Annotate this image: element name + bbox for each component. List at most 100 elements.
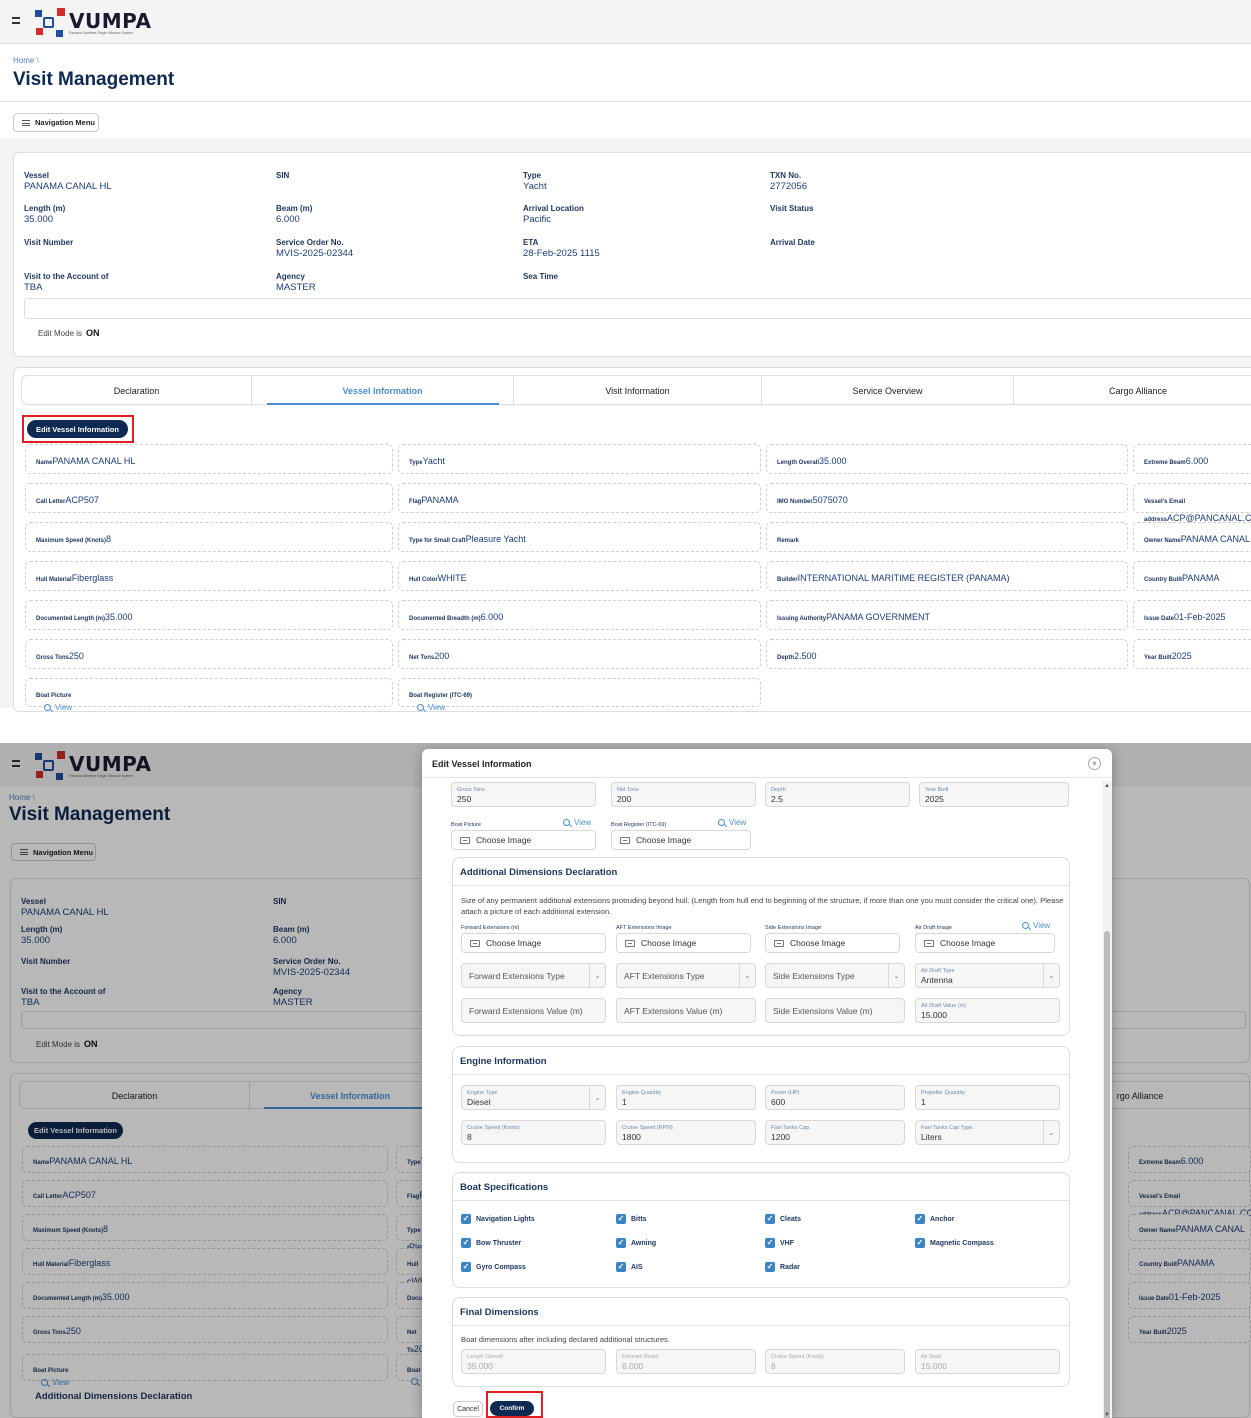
boat-register-choose-button[interactable]: Choose Image <box>611 830 751 850</box>
power-hp-input[interactable]: Power (HP) 600 <box>765 1085 905 1110</box>
spec-checkbox-bitts[interactable]: ✓ Bitts <box>616 1214 647 1224</box>
boat-picture-view-link[interactable]: View <box>563 818 591 827</box>
field-label: Gross Tons <box>36 655 69 661</box>
checkmark-icon[interactable]: ✓ <box>616 1214 626 1224</box>
hamburger-icon[interactable] <box>12 17 20 24</box>
checkmark-icon[interactable]: ✓ <box>461 1238 471 1248</box>
vessel-value: PANAMA CANAL HL <box>24 181 112 192</box>
spec-checkbox-awning[interactable]: ✓ Awning <box>616 1238 656 1248</box>
image-icon <box>620 836 630 844</box>
boat-picture-view-link[interactable]: View <box>44 703 392 712</box>
page-title: Visit Management <box>13 69 175 90</box>
vessel-field-vessel-s-email-address: Vessel's Email addressACP@PANCANAL.COM <box>1133 483 1251 523</box>
net-tons-input[interactable]: Net Tons 200 <box>611 782 756 807</box>
scroll-down-icon[interactable]: ▼ <box>1104 1412 1110 1418</box>
air-draft-image-button[interactable]: Choose Image <box>915 933 1055 953</box>
side-extensions-image-button[interactable]: Choose Image <box>765 933 900 953</box>
chevron-down-icon: ⌄ <box>888 964 904 987</box>
checkmark-icon[interactable]: ✓ <box>616 1238 626 1248</box>
boat-picture-choose-button[interactable]: Choose Image <box>451 830 596 850</box>
arrival-location-value: Pacific <box>523 214 551 225</box>
field-label: Hull Color <box>409 577 438 583</box>
tab-declaration[interactable]: Declaration <box>22 376 252 406</box>
boat-register-label: Boat Register (ITC-69) <box>611 822 667 828</box>
eta-label: ETA <box>523 238 539 247</box>
forward-extensions-value-input[interactable]: Forward Extensions Value (m) <box>461 998 606 1023</box>
spec-checkbox-navigation-lights[interactable]: ✓ Navigation Lights <box>461 1214 535 1224</box>
forward-extensions-type-select[interactable]: Forward Extensions Type ⌄ <box>461 963 606 988</box>
boat-register-view-link[interactable]: View <box>417 703 760 712</box>
fuel-tanks-cap-type-select[interactable]: Fuel Tanks Cap Type. Liters ⌄ <box>915 1120 1060 1145</box>
side-extensions-type-select[interactable]: Side Extensions Type ⌄ <box>765 963 905 988</box>
field-label: Builder <box>777 577 798 583</box>
side-extensions-value-input[interactable]: Side Extensions Value (m) <box>765 998 905 1023</box>
vessel-field-documented-breadth-m: Documented Breadth (m)6.000 <box>398 600 761 630</box>
edit-vessel-information-button[interactable]: Edit Vessel Information <box>27 420 128 438</box>
spec-checkbox-radar[interactable]: ✓ Radar <box>765 1262 800 1272</box>
spec-checkbox-ais[interactable]: ✓ AIS <box>616 1262 643 1272</box>
vessel-field-country-built: Country BuiltPANAMA <box>1133 561 1251 591</box>
image-icon <box>625 939 635 947</box>
depth-input[interactable]: Depth 2.5 <box>765 782 910 807</box>
confirm-button[interactable]: Confirm <box>490 1401 534 1416</box>
checkmark-icon[interactable]: ✓ <box>765 1214 775 1224</box>
spec-checkbox-gyro-compass[interactable]: ✓ Gyro Compass <box>461 1262 526 1272</box>
aft-extensions-value-input[interactable]: AFT Extensions Value (m) <box>616 998 756 1023</box>
spec-checkbox-vhf[interactable]: ✓ VHF <box>765 1238 794 1248</box>
tab-vessel-information[interactable]: Vessel Information <box>252 376 514 406</box>
field-label: Depth <box>777 655 794 661</box>
type-value: Yacht <box>523 181 547 192</box>
field-label: Country Built <box>1144 577 1182 583</box>
spec-checkbox-bow-thruster[interactable]: ✓ Bow Thruster <box>461 1238 521 1248</box>
visit-number-label: Visit Number <box>24 238 74 247</box>
engine-type-select[interactable]: Engine Type Diesel ⌄ <box>461 1085 606 1110</box>
year-built-input[interactable]: Year Built 2025 <box>919 782 1069 807</box>
checkmark-icon[interactable]: ✓ <box>915 1238 925 1248</box>
cruise-speed-rpm-input[interactable]: Cruise Speed (RPM) 1800 <box>616 1120 756 1145</box>
divider <box>0 101 1251 102</box>
tab-service-overview[interactable]: Service Overview <box>762 376 1014 406</box>
checkmark-icon[interactable]: ✓ <box>461 1262 471 1272</box>
checkmark-icon[interactable]: ✓ <box>616 1262 626 1272</box>
field-value: Fiberglass <box>71 573 114 583</box>
checkmark-icon[interactable]: ✓ <box>765 1262 775 1272</box>
field-value: INTERNATIONAL MARITIME REGISTER (PANAMA) <box>797 573 1010 583</box>
scroll-thumb[interactable] <box>1104 931 1110 1418</box>
navigation-menu-button[interactable]: Navigation Menu <box>13 113 99 132</box>
breadcrumb[interactable]: Home \ <box>13 56 39 65</box>
air-draft-value-input[interactable]: Air Draft Value (m) 15.000 <box>915 998 1060 1023</box>
final-extreme-beam-input: Extream Beam 6.000 <box>616 1349 756 1374</box>
scrollbar[interactable]: ▲ ▼ <box>1102 781 1112 1418</box>
checkmark-icon[interactable]: ✓ <box>765 1238 775 1248</box>
field-value: 35.000 <box>105 612 133 622</box>
fuel-tanks-cap-input[interactable]: Fuel Tanks Cap. 1200 <box>765 1120 905 1145</box>
aft-extensions-image-button[interactable]: Choose Image <box>616 933 751 953</box>
tab-visit-information[interactable]: Visit Information <box>514 376 762 406</box>
forward-extensions-image-button[interactable]: Choose Image <box>461 933 606 953</box>
field-value: 2.500 <box>794 651 817 661</box>
engine-quantity-input[interactable]: Engine Quantity 1 <box>616 1085 756 1110</box>
aft-extensions-type-select[interactable]: AFT Extensions Type ⌄ <box>616 963 756 988</box>
final-cruise-speed-input: Cruise Speed (Knots) 8 <box>765 1349 905 1374</box>
cancel-button[interactable]: Cancel <box>453 1401 483 1417</box>
service-order-value: MVIS-2025-02344 <box>276 248 354 259</box>
remarks-bar <box>24 298 1251 319</box>
air-draft-type-select[interactable]: Air Draft Type Antenna ⌄ <box>915 963 1060 988</box>
checkmark-icon[interactable]: ✓ <box>461 1214 471 1224</box>
logo-icon <box>33 8 65 38</box>
search-icon <box>563 819 570 826</box>
propeller-quantity-input[interactable]: Propeller Quantity 1 <box>915 1085 1060 1110</box>
scroll-up-icon[interactable]: ▲ <box>1104 783 1110 789</box>
spec-checkbox-cleats[interactable]: ✓ Cleats <box>765 1214 801 1224</box>
tab-cargo-alliance[interactable]: Cargo Alliance <box>1014 376 1251 406</box>
modal-title: Edit Vessel Information <box>432 759 532 769</box>
spec-checkbox-anchor[interactable]: ✓ Anchor <box>915 1214 955 1224</box>
gross-tons-input[interactable]: Gross Tons 250 <box>451 782 596 807</box>
spec-checkbox-magnetic-compass[interactable]: ✓ Magnetic Compass <box>915 1238 994 1248</box>
close-icon[interactable]: × <box>1088 757 1101 770</box>
cruise-speed-knots-input[interactable]: Cruise Speed (Knots) 8 <box>461 1120 606 1145</box>
boat-register-view-link[interactable]: View <box>718 818 746 827</box>
checkmark-icon[interactable]: ✓ <box>915 1214 925 1224</box>
final-dimensions-title: Final Dimensions <box>453 1298 1069 1326</box>
air-draft-view-link[interactable]: View <box>1022 921 1050 930</box>
